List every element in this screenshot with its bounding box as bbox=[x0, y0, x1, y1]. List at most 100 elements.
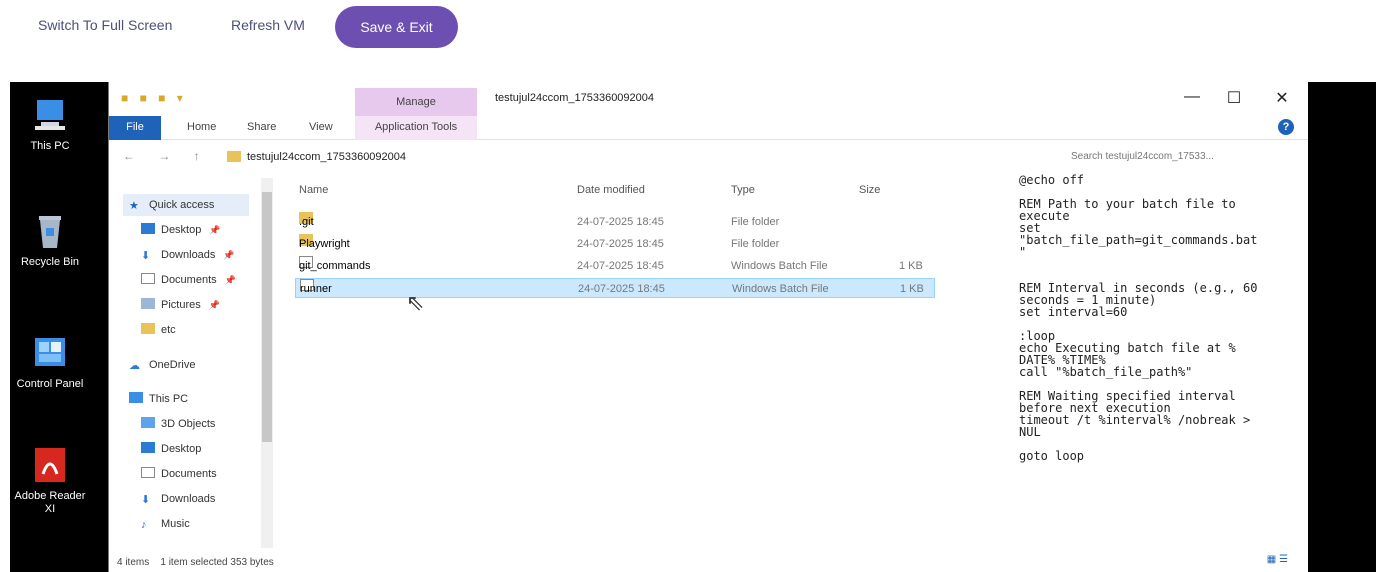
file-row[interactable]: git_commands 24-07-2025 18:45 Windows Ba… bbox=[295, 256, 935, 276]
tab-share[interactable]: Share bbox=[247, 116, 276, 140]
vm-right-edge bbox=[1308, 82, 1376, 572]
navigation-pane: ★ Quick access Desktop 📌 ⬇ Downloads 📌 Docum… bbox=[109, 178, 273, 548]
folder-icon bbox=[227, 151, 241, 162]
desktop-icon-control-panel[interactable]: Control Panel bbox=[10, 332, 90, 391]
status-item-count: 4 items bbox=[117, 557, 150, 568]
nav-label: 3D Objects bbox=[161, 418, 216, 430]
column-header-date[interactable]: Date modified bbox=[577, 184, 645, 196]
tab-home[interactable]: Home bbox=[187, 116, 216, 140]
desktop-icon-this-pc[interactable]: This PC bbox=[10, 94, 90, 153]
document-icon bbox=[141, 467, 155, 478]
pin-icon: 📌 bbox=[223, 250, 235, 260]
save-exit-button[interactable]: Save & Exit bbox=[335, 6, 458, 48]
mouse-cursor-icon: ⇖ bbox=[406, 290, 425, 315]
adobe-reader-icon bbox=[29, 444, 71, 486]
nav-item-documents[interactable]: Documents 📌 bbox=[141, 269, 236, 291]
view-toggle-icons[interactable]: ▦ ☰ bbox=[1267, 554, 1288, 565]
nav-item-onedrive[interactable]: ☁ OneDrive bbox=[129, 354, 195, 376]
nav-label: Documents bbox=[161, 468, 217, 480]
tab-application-tools[interactable]: Application Tools bbox=[355, 116, 477, 140]
switch-full-screen-link[interactable]: Switch To Full Screen bbox=[38, 17, 172, 33]
file-type: Windows Batch File bbox=[732, 283, 829, 295]
tab-manage[interactable]: Manage bbox=[355, 88, 477, 116]
nav-label: Downloads bbox=[161, 249, 216, 261]
minimize-button[interactable]: — bbox=[1177, 88, 1207, 106]
file-type: Windows Batch File bbox=[731, 260, 828, 272]
nav-item-quick-access[interactable]: ★ Quick access bbox=[123, 194, 249, 216]
desktop-icon-label: This PC bbox=[30, 140, 70, 152]
file-explorer-window: ■ ■ ■ ▾ Manage testujul24ccom_1753360092… bbox=[108, 82, 1308, 572]
column-header-type[interactable]: Type bbox=[731, 184, 755, 196]
nav-item-documents-pc[interactable]: Documents bbox=[141, 463, 217, 485]
pin-icon: 📌 bbox=[209, 225, 221, 235]
nav-item-desktop-pc[interactable]: Desktop bbox=[141, 438, 201, 460]
tab-view[interactable]: View bbox=[309, 116, 333, 140]
nav-label: OneDrive bbox=[149, 359, 196, 371]
refresh-vm-link[interactable]: Refresh VM bbox=[231, 17, 305, 33]
file-row[interactable]: Playwright 24-07-2025 18:45 File folder bbox=[295, 234, 935, 254]
window-title: testujul24ccom_1753360092004 bbox=[495, 92, 655, 104]
navigation-arrows[interactable]: ← → ↑ bbox=[123, 149, 210, 163]
computer-icon bbox=[29, 94, 71, 136]
file-row[interactable]: .git 24-07-2025 18:45 File folder bbox=[295, 212, 935, 232]
download-icon: ⬇ bbox=[141, 494, 151, 506]
nav-label: This PC bbox=[149, 393, 189, 405]
file-name: .git bbox=[299, 216, 314, 228]
file-name: git_commands bbox=[299, 260, 371, 272]
nav-item-music[interactable]: ♪ Music bbox=[141, 513, 190, 535]
column-header-size[interactable]: Size bbox=[859, 184, 880, 196]
file-size: 1 KB bbox=[899, 260, 923, 272]
cloud-icon: ☁ bbox=[129, 360, 140, 372]
nav-item-downloads[interactable]: ⬇ Downloads 📌 bbox=[141, 244, 235, 266]
file-list: Name Date modified Type Size .git 24-07-… bbox=[285, 178, 945, 548]
file-row-selected[interactable]: runner 24-07-2025 18:45 Windows Batch Fi… bbox=[295, 278, 935, 298]
pictures-icon bbox=[141, 298, 155, 309]
desktop-icon-label: Adobe Reader XI bbox=[14, 490, 86, 515]
nav-scrollbar[interactable] bbox=[261, 178, 273, 548]
column-header-name[interactable]: Name bbox=[299, 184, 328, 196]
nav-item-desktop[interactable]: Desktop 📌 bbox=[141, 219, 221, 241]
help-icon[interactable]: ? bbox=[1278, 119, 1294, 135]
file-date: 24-07-2025 18:45 bbox=[577, 238, 664, 250]
scrollbar-thumb[interactable] bbox=[262, 192, 272, 442]
file-type: File folder bbox=[731, 216, 780, 228]
file-name: runner bbox=[300, 283, 332, 295]
file-date: 24-07-2025 18:45 bbox=[578, 283, 665, 295]
star-icon: ★ bbox=[129, 200, 139, 212]
download-icon: ⬇ bbox=[141, 250, 151, 262]
pin-icon: 📌 bbox=[208, 300, 220, 310]
status-selection: 1 item selected 353 bytes bbox=[160, 557, 274, 568]
nav-item-pictures[interactable]: Pictures 📌 bbox=[141, 294, 220, 316]
nav-item-3d-objects[interactable]: 3D Objects bbox=[141, 413, 215, 435]
search-input[interactable]: Search testujul24ccom_17533... bbox=[1059, 146, 1295, 168]
nav-label: Documents bbox=[161, 274, 217, 286]
nav-label: Music bbox=[161, 518, 190, 530]
file-size: 1 KB bbox=[900, 283, 924, 295]
control-panel-icon bbox=[29, 332, 71, 374]
tab-file[interactable]: File bbox=[109, 116, 161, 140]
nav-item-this-pc[interactable]: This PC bbox=[129, 388, 188, 410]
file-type: File folder bbox=[731, 238, 780, 250]
desktop-icon-recycle-bin[interactable]: Recycle Bin bbox=[10, 210, 90, 269]
desktop-icon-label: Recycle Bin bbox=[20, 256, 80, 268]
address-path: testujul24ccom_1753360092004 bbox=[247, 151, 407, 163]
nav-item-downloads-pc[interactable]: ⬇ Downloads bbox=[141, 488, 215, 510]
close-button[interactable]: ✕ bbox=[1267, 88, 1297, 108]
batch-file-preview: @echo off REM Path to your batch file to… bbox=[1019, 173, 1258, 463]
nav-label: etc bbox=[161, 324, 176, 336]
computer-icon bbox=[129, 392, 143, 403]
recycle-bin-icon bbox=[29, 210, 71, 252]
quick-access-toolbar-icons[interactable]: ■ ■ ■ ▾ bbox=[121, 91, 187, 105]
nav-label: Desktop bbox=[161, 443, 202, 455]
nav-item-etc[interactable]: etc bbox=[141, 319, 176, 341]
desktop-icon-label: Control Panel bbox=[16, 378, 84, 390]
top-toolbar: Switch To Full Screen Refresh VM Save & … bbox=[0, 0, 1376, 55]
folder-icon bbox=[141, 323, 155, 334]
address-bar[interactable]: testujul24ccom_1753360092004 bbox=[227, 147, 1027, 167]
desktop-icon bbox=[141, 223, 155, 234]
maximize-button[interactable]: ☐ bbox=[1219, 88, 1249, 108]
nav-label: Downloads bbox=[161, 493, 216, 505]
status-bar: 4 items 1 item selected 353 bytes bbox=[109, 554, 1308, 572]
desktop-icon-adobe-reader[interactable]: Adobe Reader XI bbox=[10, 444, 90, 516]
pin-icon: 📌 bbox=[224, 275, 236, 285]
